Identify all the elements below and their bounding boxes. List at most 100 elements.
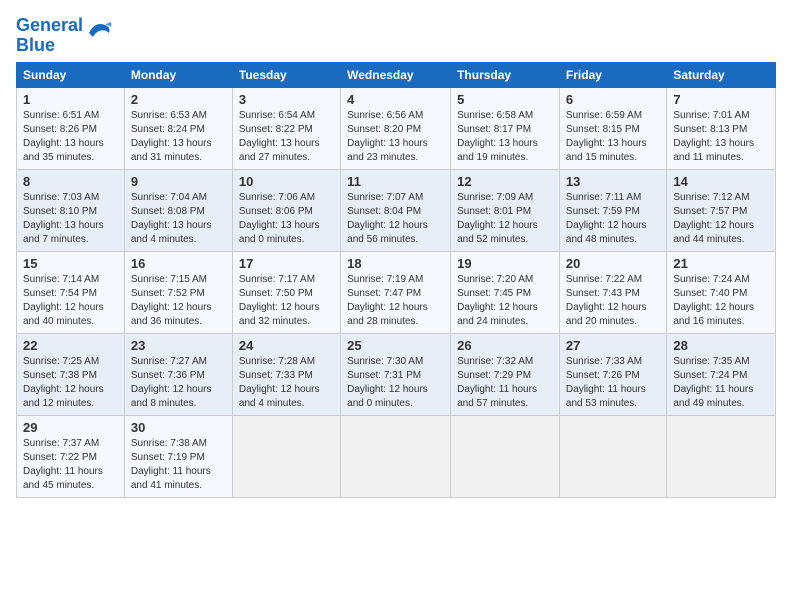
day-number: 28 bbox=[673, 338, 769, 353]
day-number: 22 bbox=[23, 338, 118, 353]
day-detail: Sunrise: 6:58 AMSunset: 8:17 PMDaylight:… bbox=[457, 109, 553, 165]
day-number: 15 bbox=[23, 256, 118, 271]
day-number: 13 bbox=[566, 174, 660, 189]
day-detail: Sunrise: 7:32 AMSunset: 7:29 PMDaylight:… bbox=[457, 355, 553, 411]
calendar-cell: 5 Sunrise: 6:58 AMSunset: 8:17 PMDayligh… bbox=[451, 87, 560, 169]
calendar-cell: 10 Sunrise: 7:06 AMSunset: 8:06 PMDaylig… bbox=[232, 169, 340, 251]
calendar-week-row: 22 Sunrise: 7:25 AMSunset: 7:38 PMDaylig… bbox=[17, 333, 776, 415]
day-detail: Sunrise: 7:07 AMSunset: 8:04 PMDaylight:… bbox=[347, 191, 444, 247]
day-detail: Sunrise: 7:04 AMSunset: 8:08 PMDaylight:… bbox=[131, 191, 226, 247]
calendar-cell: 28 Sunrise: 7:35 AMSunset: 7:24 PMDaylig… bbox=[667, 333, 776, 415]
calendar-cell: 14 Sunrise: 7:12 AMSunset: 7:57 PMDaylig… bbox=[667, 169, 776, 251]
day-number: 7 bbox=[673, 92, 769, 107]
calendar-cell: 21 Sunrise: 7:24 AMSunset: 7:40 PMDaylig… bbox=[667, 251, 776, 333]
calendar-cell: 26 Sunrise: 7:32 AMSunset: 7:29 PMDaylig… bbox=[451, 333, 560, 415]
day-detail: Sunrise: 7:27 AMSunset: 7:36 PMDaylight:… bbox=[131, 355, 226, 411]
day-detail: Sunrise: 7:11 AMSunset: 7:59 PMDaylight:… bbox=[566, 191, 660, 247]
weekday-header-tuesday: Tuesday bbox=[232, 62, 340, 87]
calendar-cell: 23 Sunrise: 7:27 AMSunset: 7:36 PMDaylig… bbox=[124, 333, 232, 415]
weekday-header-thursday: Thursday bbox=[451, 62, 560, 87]
page-header: GeneralBlue bbox=[16, 16, 776, 56]
day-number: 24 bbox=[239, 338, 334, 353]
day-detail: Sunrise: 7:25 AMSunset: 7:38 PMDaylight:… bbox=[23, 355, 118, 411]
calendar-cell: 2 Sunrise: 6:53 AMSunset: 8:24 PMDayligh… bbox=[124, 87, 232, 169]
calendar-cell bbox=[232, 415, 340, 497]
calendar-cell: 12 Sunrise: 7:09 AMSunset: 8:01 PMDaylig… bbox=[451, 169, 560, 251]
day-detail: Sunrise: 7:30 AMSunset: 7:31 PMDaylight:… bbox=[347, 355, 444, 411]
day-number: 26 bbox=[457, 338, 553, 353]
day-detail: Sunrise: 7:01 AMSunset: 8:13 PMDaylight:… bbox=[673, 109, 769, 165]
day-detail: Sunrise: 7:28 AMSunset: 7:33 PMDaylight:… bbox=[239, 355, 334, 411]
calendar-cell bbox=[667, 415, 776, 497]
day-number: 3 bbox=[239, 92, 334, 107]
day-detail: Sunrise: 6:51 AMSunset: 8:26 PMDaylight:… bbox=[23, 109, 118, 165]
calendar-cell: 15 Sunrise: 7:14 AMSunset: 7:54 PMDaylig… bbox=[17, 251, 125, 333]
weekday-header-wednesday: Wednesday bbox=[341, 62, 451, 87]
calendar-cell bbox=[341, 415, 451, 497]
calendar-cell: 17 Sunrise: 7:17 AMSunset: 7:50 PMDaylig… bbox=[232, 251, 340, 333]
day-detail: Sunrise: 7:24 AMSunset: 7:40 PMDaylight:… bbox=[673, 273, 769, 329]
day-detail: Sunrise: 6:59 AMSunset: 8:15 PMDaylight:… bbox=[566, 109, 660, 165]
calendar-cell: 30 Sunrise: 7:38 AMSunset: 7:19 PMDaylig… bbox=[124, 415, 232, 497]
day-detail: Sunrise: 7:17 AMSunset: 7:50 PMDaylight:… bbox=[239, 273, 334, 329]
day-detail: Sunrise: 6:54 AMSunset: 8:22 PMDaylight:… bbox=[239, 109, 334, 165]
day-detail: Sunrise: 7:19 AMSunset: 7:47 PMDaylight:… bbox=[347, 273, 444, 329]
calendar-cell: 1 Sunrise: 6:51 AMSunset: 8:26 PMDayligh… bbox=[17, 87, 125, 169]
day-number: 12 bbox=[457, 174, 553, 189]
day-detail: Sunrise: 7:06 AMSunset: 8:06 PMDaylight:… bbox=[239, 191, 334, 247]
day-number: 18 bbox=[347, 256, 444, 271]
calendar-cell bbox=[451, 415, 560, 497]
day-number: 25 bbox=[347, 338, 444, 353]
day-detail: Sunrise: 7:14 AMSunset: 7:54 PMDaylight:… bbox=[23, 273, 118, 329]
day-number: 27 bbox=[566, 338, 660, 353]
day-detail: Sunrise: 7:38 AMSunset: 7:19 PMDaylight:… bbox=[131, 437, 226, 493]
day-number: 9 bbox=[131, 174, 226, 189]
calendar-cell: 19 Sunrise: 7:20 AMSunset: 7:45 PMDaylig… bbox=[451, 251, 560, 333]
day-number: 8 bbox=[23, 174, 118, 189]
day-number: 2 bbox=[131, 92, 226, 107]
day-detail: Sunrise: 7:15 AMSunset: 7:52 PMDaylight:… bbox=[131, 273, 226, 329]
calendar-cell: 29 Sunrise: 7:37 AMSunset: 7:22 PMDaylig… bbox=[17, 415, 125, 497]
calendar-week-row: 15 Sunrise: 7:14 AMSunset: 7:54 PMDaylig… bbox=[17, 251, 776, 333]
day-detail: Sunrise: 6:53 AMSunset: 8:24 PMDaylight:… bbox=[131, 109, 226, 165]
calendar-cell: 25 Sunrise: 7:30 AMSunset: 7:31 PMDaylig… bbox=[341, 333, 451, 415]
day-detail: Sunrise: 7:37 AMSunset: 7:22 PMDaylight:… bbox=[23, 437, 118, 493]
weekday-header-sunday: Sunday bbox=[17, 62, 125, 87]
day-detail: Sunrise: 7:22 AMSunset: 7:43 PMDaylight:… bbox=[566, 273, 660, 329]
calendar-cell: 24 Sunrise: 7:28 AMSunset: 7:33 PMDaylig… bbox=[232, 333, 340, 415]
day-number: 14 bbox=[673, 174, 769, 189]
day-number: 17 bbox=[239, 256, 334, 271]
calendar-cell: 13 Sunrise: 7:11 AMSunset: 7:59 PMDaylig… bbox=[559, 169, 666, 251]
day-number: 11 bbox=[347, 174, 444, 189]
day-detail: Sunrise: 7:33 AMSunset: 7:26 PMDaylight:… bbox=[566, 355, 660, 411]
day-number: 29 bbox=[23, 420, 118, 435]
day-number: 10 bbox=[239, 174, 334, 189]
logo: GeneralBlue bbox=[16, 16, 113, 56]
calendar-week-row: 1 Sunrise: 6:51 AMSunset: 8:26 PMDayligh… bbox=[17, 87, 776, 169]
calendar-cell: 16 Sunrise: 7:15 AMSunset: 7:52 PMDaylig… bbox=[124, 251, 232, 333]
calendar-cell: 8 Sunrise: 7:03 AMSunset: 8:10 PMDayligh… bbox=[17, 169, 125, 251]
day-detail: Sunrise: 7:09 AMSunset: 8:01 PMDaylight:… bbox=[457, 191, 553, 247]
calendar-cell: 6 Sunrise: 6:59 AMSunset: 8:15 PMDayligh… bbox=[559, 87, 666, 169]
logo-bird-icon bbox=[85, 19, 113, 41]
calendar-cell bbox=[559, 415, 666, 497]
calendar-cell: 7 Sunrise: 7:01 AMSunset: 8:13 PMDayligh… bbox=[667, 87, 776, 169]
day-number: 23 bbox=[131, 338, 226, 353]
day-number: 1 bbox=[23, 92, 118, 107]
calendar-week-row: 8 Sunrise: 7:03 AMSunset: 8:10 PMDayligh… bbox=[17, 169, 776, 251]
day-number: 21 bbox=[673, 256, 769, 271]
day-detail: Sunrise: 6:56 AMSunset: 8:20 PMDaylight:… bbox=[347, 109, 444, 165]
calendar-cell: 27 Sunrise: 7:33 AMSunset: 7:26 PMDaylig… bbox=[559, 333, 666, 415]
calendar-week-row: 29 Sunrise: 7:37 AMSunset: 7:22 PMDaylig… bbox=[17, 415, 776, 497]
weekday-header-row: SundayMondayTuesdayWednesdayThursdayFrid… bbox=[17, 62, 776, 87]
day-number: 5 bbox=[457, 92, 553, 107]
calendar-cell: 18 Sunrise: 7:19 AMSunset: 7:47 PMDaylig… bbox=[341, 251, 451, 333]
day-number: 30 bbox=[131, 420, 226, 435]
calendar-cell: 20 Sunrise: 7:22 AMSunset: 7:43 PMDaylig… bbox=[559, 251, 666, 333]
day-number: 6 bbox=[566, 92, 660, 107]
calendar-cell: 3 Sunrise: 6:54 AMSunset: 8:22 PMDayligh… bbox=[232, 87, 340, 169]
day-number: 20 bbox=[566, 256, 660, 271]
calendar-cell: 11 Sunrise: 7:07 AMSunset: 8:04 PMDaylig… bbox=[341, 169, 451, 251]
day-number: 16 bbox=[131, 256, 226, 271]
calendar-cell: 22 Sunrise: 7:25 AMSunset: 7:38 PMDaylig… bbox=[17, 333, 125, 415]
